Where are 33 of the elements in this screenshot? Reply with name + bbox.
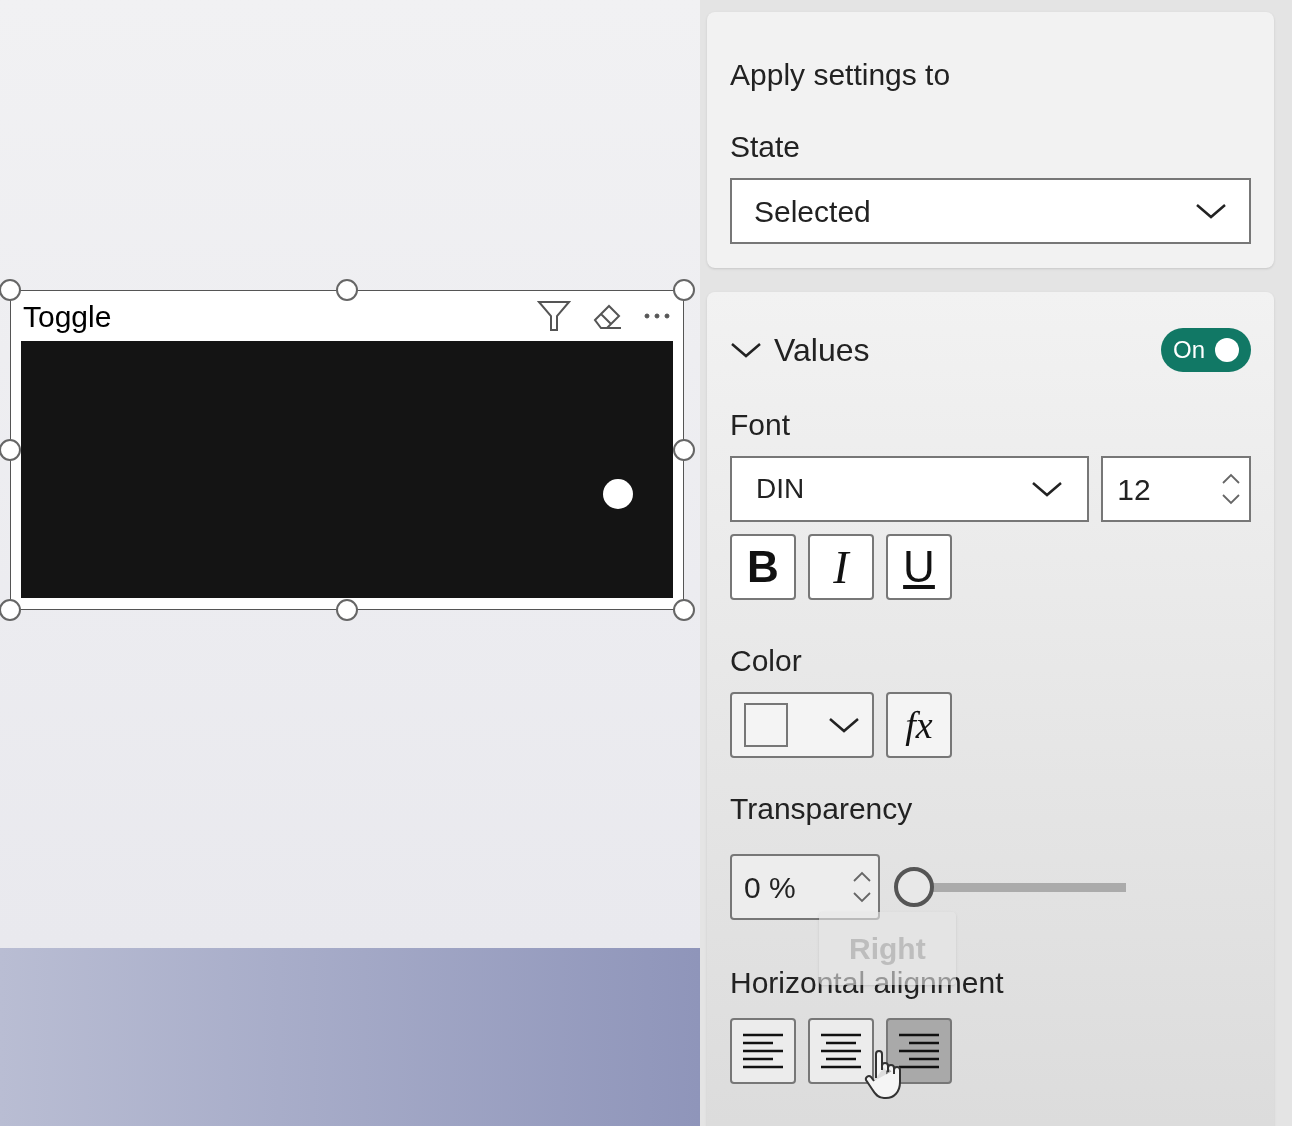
slider-thumb[interactable] <box>894 867 934 907</box>
chevron-down-icon <box>730 340 762 360</box>
underline-button[interactable]: U <box>886 534 952 600</box>
chevron-down-icon <box>828 715 860 735</box>
color-swatch <box>744 703 788 747</box>
conditional-formatting-button[interactable]: fx <box>886 692 952 758</box>
field-label: Transparency <box>730 794 913 824</box>
state-dropdown[interactable]: Selected <box>730 178 1251 244</box>
transparency-slider[interactable] <box>894 867 1126 907</box>
input-value: 12 <box>1117 471 1151 508</box>
filter-icon <box>537 299 571 333</box>
align-left-button[interactable] <box>730 1018 796 1084</box>
field-label: State <box>730 132 801 162</box>
toggle-track[interactable] <box>21 341 673 598</box>
italic-button[interactable]: I <box>808 534 874 600</box>
bold-button[interactable]: B <box>730 534 796 600</box>
font-size-field[interactable]: 12 <box>1101 456 1251 522</box>
chevron-down-icon <box>1195 201 1227 221</box>
values-section-header[interactable]: Values <box>730 326 870 374</box>
input-value: 0 % <box>744 869 796 906</box>
field-label: Font <box>730 410 791 440</box>
on-off-toggle[interactable]: On <box>1161 328 1251 372</box>
transparency-field[interactable]: 0 % <box>730 854 880 920</box>
visual-title: Toggle <box>23 298 112 335</box>
align-center-button[interactable] <box>808 1018 874 1084</box>
field-label: Horizontal alignment <box>730 968 1004 998</box>
chevron-down-icon <box>1031 479 1064 499</box>
toggle-knob <box>603 478 633 509</box>
font-dropdown[interactable]: DIN <box>730 456 1090 522</box>
section-heading: Apply settings to <box>730 60 951 90</box>
toggle-visual[interactable]: Toggle <box>10 290 684 610</box>
field-label: Color <box>730 646 802 676</box>
color-picker[interactable] <box>730 692 874 758</box>
